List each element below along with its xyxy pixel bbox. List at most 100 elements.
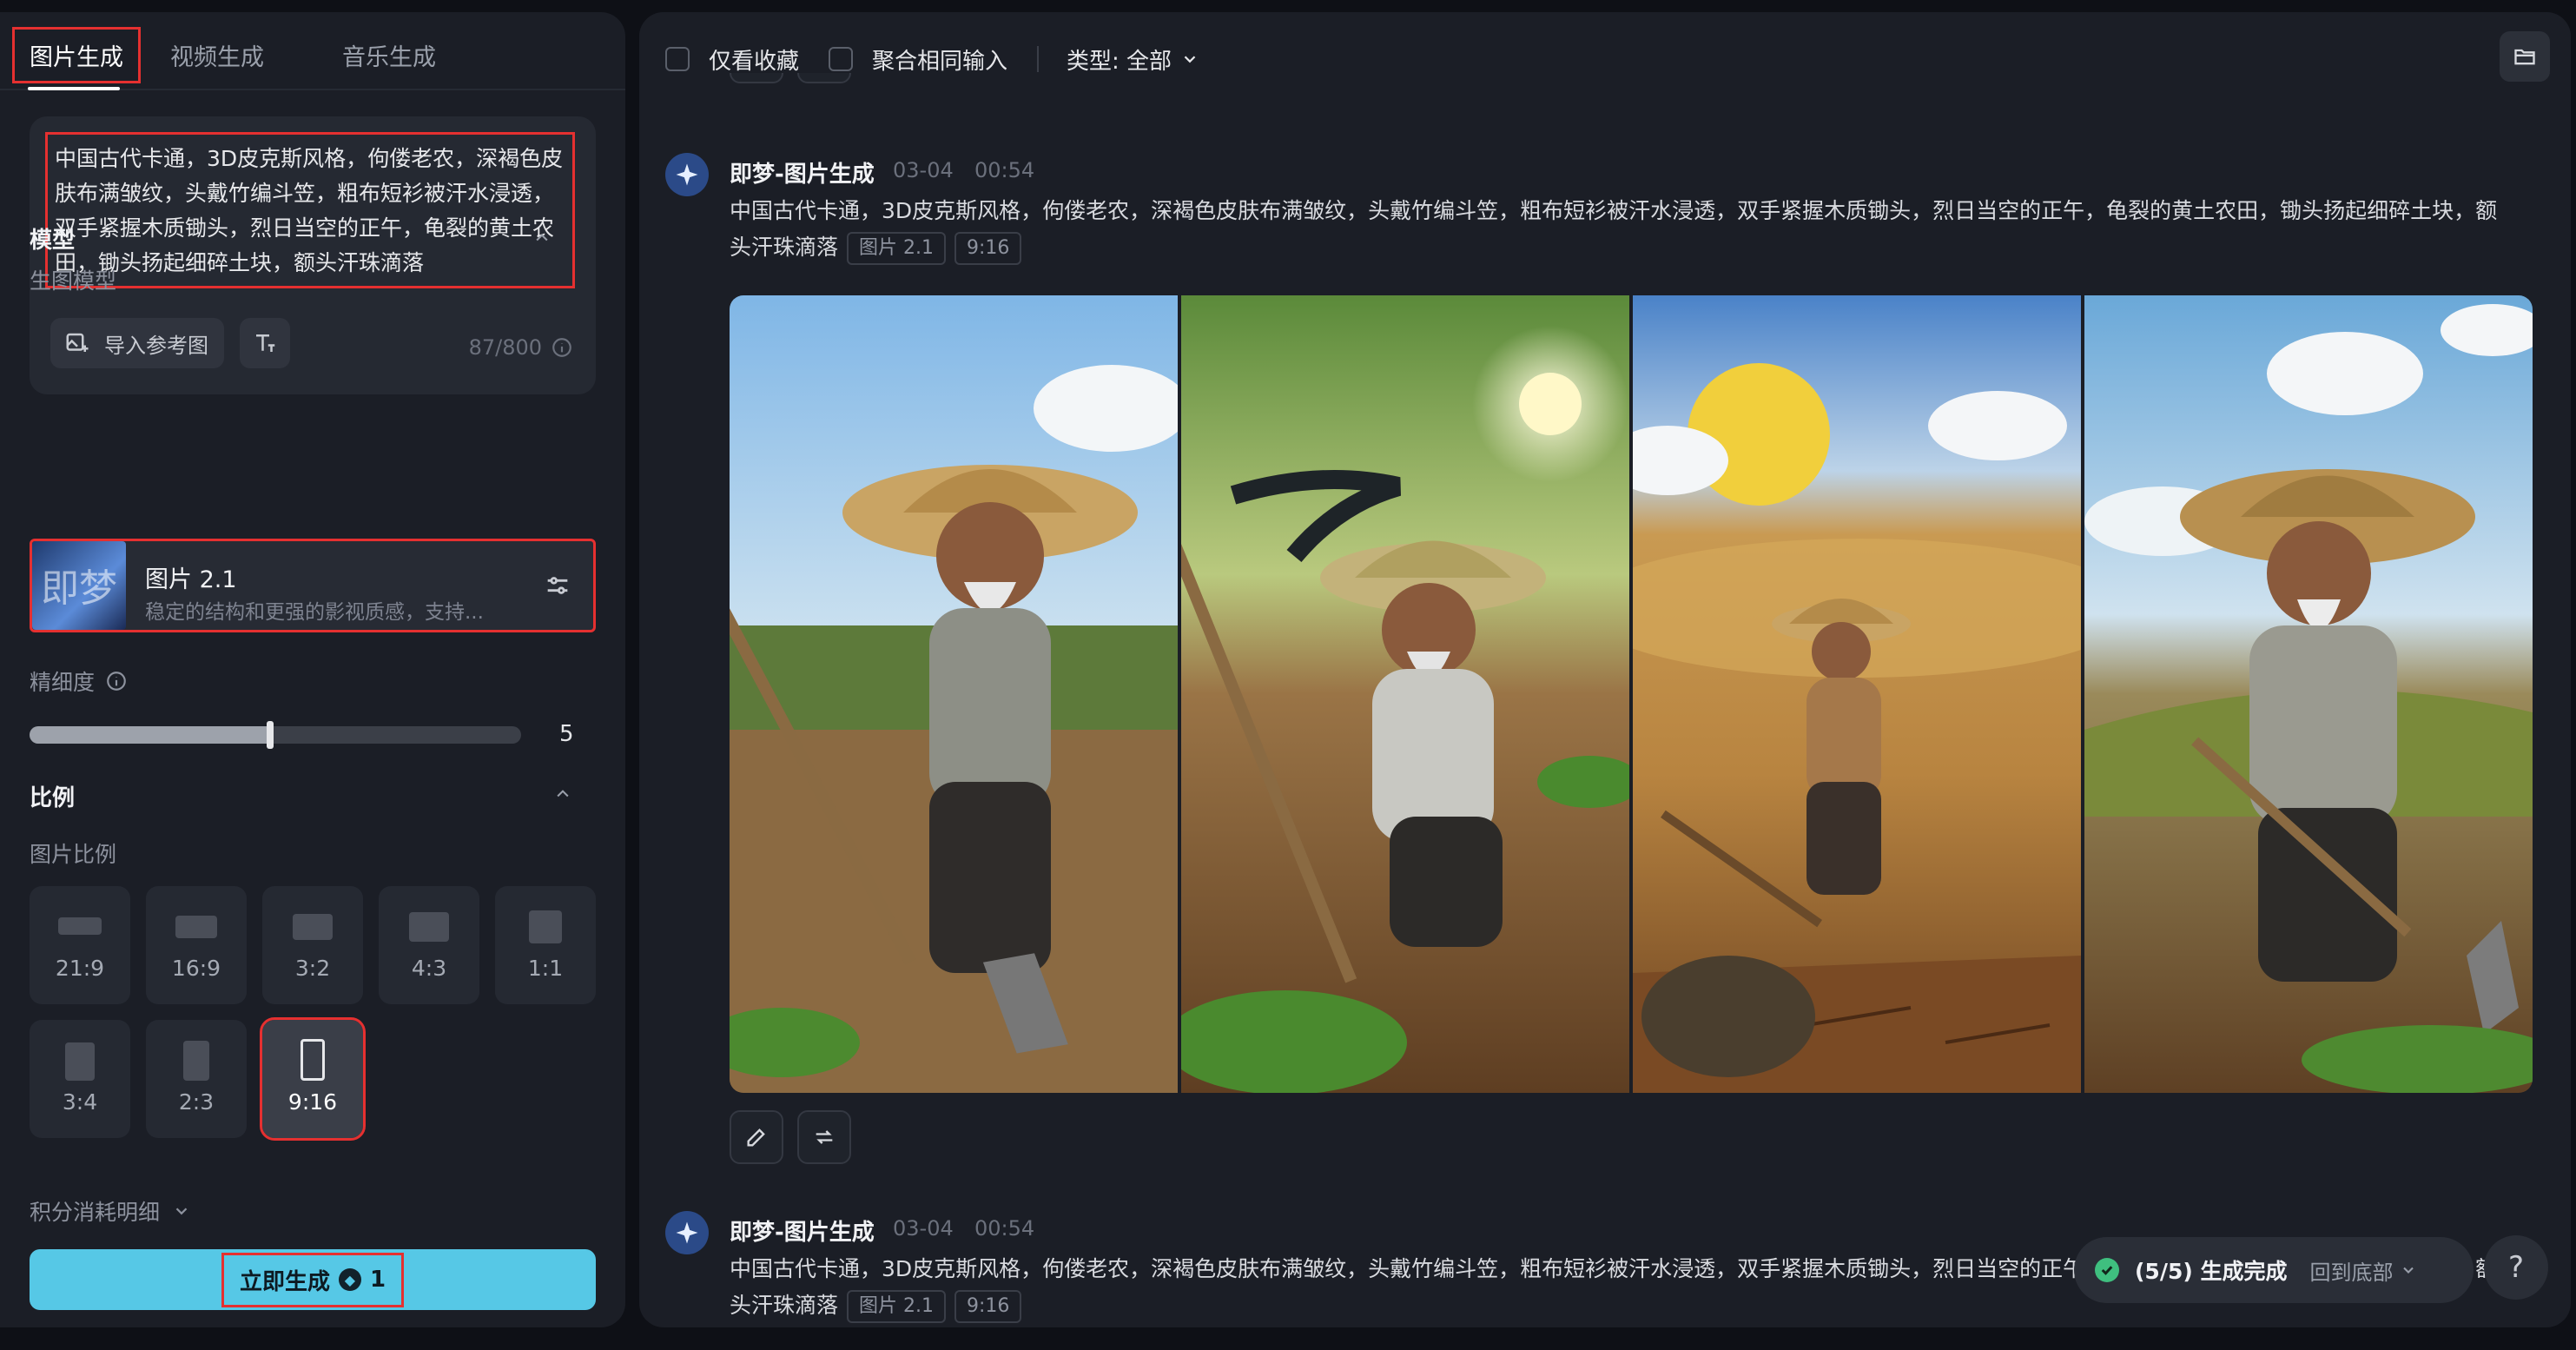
- ratio-sublabel: 图片比例: [30, 842, 117, 867]
- message-time: 00:54: [974, 1216, 1035, 1241]
- generate-cost: 1: [369, 1267, 386, 1293]
- model-tag: 图片 2.1: [847, 1290, 946, 1323]
- message-title: 即梦-图片生成: [730, 162, 875, 188]
- ratio-label: 2:3: [178, 1089, 215, 1115]
- ratio-4-3-icon: [409, 912, 449, 942]
- topbar-mask: [639, 12, 2571, 73]
- message-title: 即梦-图片生成: [730, 1220, 875, 1246]
- settings-sliders-icon[interactable]: [543, 571, 572, 600]
- generated-image-2[interactable]: [1181, 295, 1629, 1093]
- edit-button[interactable]: [730, 1110, 783, 1164]
- bot-avatar: [665, 153, 709, 196]
- ratio-1-1-icon: [529, 910, 562, 943]
- tab-music-gen[interactable]: 音乐生成: [325, 28, 453, 83]
- ratio-21-9-icon: [58, 917, 102, 935]
- chevron-down-icon: [175, 1208, 188, 1215]
- fineness-slider-handle[interactable]: [267, 721, 274, 749]
- cost-details-toggle[interactable]: 积分消耗明细: [30, 1195, 191, 1227]
- fineness-value: 5: [559, 721, 574, 747]
- ratio-3-2-icon: [293, 914, 333, 940]
- ratio-option-4-3[interactable]: 4:3: [379, 886, 479, 1004]
- fineness-label-row: 精细度: [30, 665, 128, 697]
- generate-label-box: 立即生成 ◆ 1: [221, 1252, 405, 1307]
- model-description: 稳定的结构和更强的影视质感，支持...: [145, 601, 484, 624]
- image-add-icon: [66, 333, 89, 352]
- generate-button[interactable]: 立即生成 ◆ 1: [30, 1249, 596, 1310]
- ratio-label: 21:9: [55, 956, 105, 981]
- ratio-tag: 9:16: [954, 232, 1022, 265]
- generated-image-1[interactable]: [730, 295, 1178, 1093]
- model-name: 图片 2.1: [145, 566, 237, 593]
- cost-details-label: 积分消耗明细: [30, 1200, 161, 1225]
- ratio-option-2-3[interactable]: 2:3: [146, 1020, 247, 1138]
- fineness-label: 精细度: [30, 670, 96, 695]
- ratio-option-3-2[interactable]: 3:2: [262, 886, 363, 1004]
- credit-icon: ◆: [338, 1268, 361, 1291]
- chevron-up-icon[interactable]: [533, 229, 551, 247]
- farmer-illustration: [1633, 295, 2081, 1093]
- ratio-section-title: 比例: [30, 785, 76, 811]
- message-time: 00:54: [974, 158, 1035, 182]
- ratio-tag: 9:16: [954, 1290, 1022, 1323]
- char-counter: 87/800: [469, 335, 573, 360]
- help-button[interactable]: ?: [2484, 1235, 2548, 1300]
- regenerate-icon: [816, 1130, 833, 1144]
- ratio-option-16-9[interactable]: 16:9: [146, 886, 247, 1004]
- text-format-icon: [256, 334, 275, 352]
- message-date: 03-04: [893, 1216, 954, 1241]
- import-reference-label: 导入参考图: [104, 333, 208, 358]
- generation-status: (5/5) 生成完成: [2135, 1259, 2288, 1284]
- model-thumbnail-logo: 即梦: [41, 566, 117, 611]
- ratio-9-16-icon: [301, 1039, 325, 1081]
- ratio-option-1-1[interactable]: 1:1: [495, 886, 596, 1004]
- info-icon[interactable]: [105, 670, 128, 692]
- chevron-down-icon[interactable]: [2400, 1261, 2417, 1279]
- bot-avatar: [665, 1211, 709, 1254]
- results-panel: 仅看收藏 聚合相同输入 类型: 全部 仅看收藏 聚合相同输入 类型: 全部 即梦…: [639, 12, 2571, 1327]
- message-prompt: 中国古代卡通，3D皮克斯风格，佝偻老农，深褐色皮肤布满皱纹，头戴竹编斗笠，粗布短…: [730, 193, 2501, 266]
- tab-video-gen[interactable]: 视频生成: [153, 28, 281, 83]
- ratio-label: 4:3: [411, 956, 447, 981]
- ratio-option-3-4[interactable]: 3:4: [30, 1020, 130, 1138]
- generated-image-3[interactable]: [1633, 295, 2081, 1093]
- ratio-option-9-16[interactable]: 9:16: [260, 1017, 366, 1141]
- message-date: 03-04: [893, 158, 954, 182]
- model-section-title: 模型: [30, 228, 76, 254]
- fineness-slider[interactable]: [30, 721, 521, 749]
- model-thumbnail: 即梦: [32, 541, 126, 630]
- char-count: 87/800: [468, 335, 542, 360]
- ratio-label: 1:1: [527, 956, 564, 981]
- text-style-button[interactable]: [240, 318, 290, 368]
- prompt-input[interactable]: 中国古代卡通，3D皮克斯风格，佝偻老农，深褐色皮肤布满皱纹，头戴竹编斗笠，粗布短…: [45, 132, 575, 288]
- ratio-3-4-icon: [65, 1042, 95, 1081]
- back-to-bottom-link[interactable]: 回到底部: [2309, 1255, 2393, 1286]
- spark-icon: [676, 1221, 698, 1244]
- ratio-label: 3:2: [294, 956, 331, 981]
- info-icon: [552, 338, 571, 357]
- tab-image-gen[interactable]: 图片生成: [12, 26, 141, 83]
- ratio-option-21-9[interactable]: 21:9: [30, 886, 130, 1004]
- regenerate-button[interactable]: [797, 1110, 851, 1164]
- chevron-up-icon[interactable]: [554, 785, 571, 803]
- image-gallery: [730, 295, 2533, 1093]
- farmer-illustration: [2084, 295, 2533, 1093]
- ratio-label: 9:16: [287, 1089, 338, 1115]
- left-panel: 图片生成 视频生成 音乐生成 中国古代卡通，3D皮克斯风格，佝偻老农，深褐色皮肤…: [0, 12, 625, 1327]
- model-tag: 图片 2.1: [847, 232, 946, 265]
- fineness-slider-fill: [30, 726, 271, 744]
- model-sublabel: 生图模型: [30, 268, 117, 294]
- farmer-illustration: [730, 295, 1178, 1093]
- ratio-16-9-icon: [175, 916, 217, 938]
- mode-tabs: 图片生成 视频生成 音乐生成: [12, 24, 497, 85]
- ratio-label: 16:9: [171, 956, 221, 981]
- farmer-illustration: [1181, 295, 1629, 1093]
- generation-status-toast: (5/5) 生成完成 回到底部: [2074, 1237, 2474, 1303]
- model-selector[interactable]: 即梦 图片 2.1 稳定的结构和更强的影视质感，支持...: [30, 539, 596, 632]
- spark-icon: [676, 163, 698, 186]
- generated-image-4[interactable]: [2084, 295, 2533, 1093]
- import-reference-button[interactable]: 导入参考图: [50, 318, 224, 368]
- ratio-label: 3:4: [62, 1089, 98, 1115]
- folder-button[interactable]: [2500, 31, 2550, 82]
- active-tab-indicator: [28, 87, 120, 90]
- prompt-box: 中国古代卡通，3D皮克斯风格，佝偻老农，深褐色皮肤布满皱纹，头戴竹编斗笠，粗布短…: [30, 116, 596, 394]
